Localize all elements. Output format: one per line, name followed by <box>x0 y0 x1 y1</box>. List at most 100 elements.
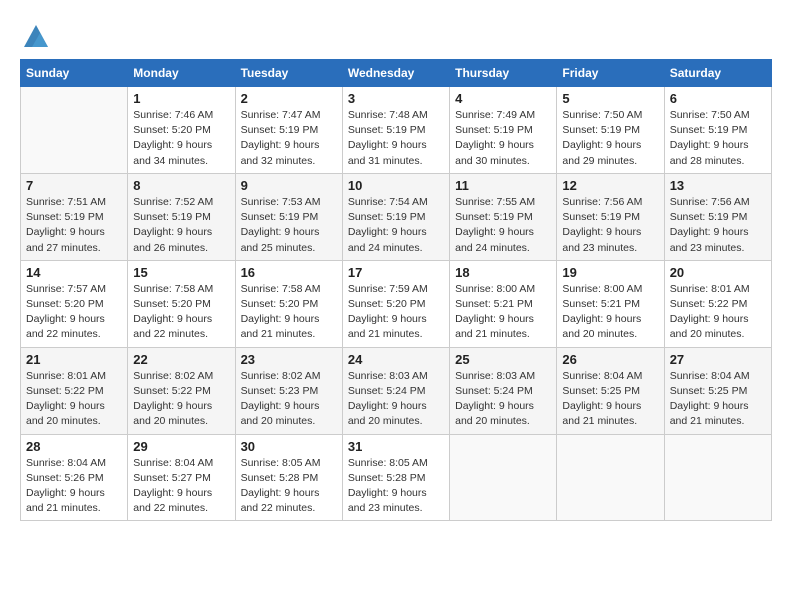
day-number: 14 <box>26 265 122 280</box>
col-header-saturday: Saturday <box>664 60 771 87</box>
day-info: Sunrise: 8:03 AMSunset: 5:24 PMDaylight:… <box>455 369 551 430</box>
calendar-cell: 26 Sunrise: 8:04 AMSunset: 5:25 PMDayligh… <box>557 347 664 434</box>
day-info: Sunrise: 7:51 AMSunset: 5:19 PMDaylight:… <box>26 195 122 256</box>
calendar-cell: 27 Sunrise: 8:04 AMSunset: 5:25 PMDayligh… <box>664 347 771 434</box>
calendar-cell: 8Sunrise: 7:52 AMSunset: 5:19 PMDaylight… <box>128 173 235 260</box>
col-header-friday: Friday <box>557 60 664 87</box>
col-header-wednesday: Wednesday <box>342 60 449 87</box>
day-info: Sunrise: 8:04 AMSunset: 5:25 PMDaylight:… <box>562 369 658 430</box>
day-number: 17 <box>348 265 444 280</box>
day-info: Sunrise: 7:50 AMSunset: 5:19 PMDaylight:… <box>562 108 658 169</box>
day-number: 27 <box>670 352 766 367</box>
day-info: Sunrise: 7:57 AMSunset: 5:20 PMDaylight:… <box>26 282 122 343</box>
calendar-cell: 16 Sunrise: 7:58 AMSunset: 5:20 PMDayligh… <box>235 260 342 347</box>
calendar-cell: 15 Sunrise: 7:58 AMSunset: 5:20 PMDayligh… <box>128 260 235 347</box>
day-number: 7 <box>26 178 122 193</box>
day-info: Sunrise: 7:56 AMSunset: 5:19 PMDaylight:… <box>670 195 766 256</box>
day-info: Sunrise: 8:05 AMSunset: 5:28 PMDaylight:… <box>241 456 337 517</box>
calendar-cell: 28 Sunrise: 8:04 AMSunset: 5:26 PMDayligh… <box>21 434 128 521</box>
day-info: Sunrise: 7:53 AMSunset: 5:19 PMDaylight:… <box>241 195 337 256</box>
day-info: Sunrise: 8:03 AMSunset: 5:24 PMDaylight:… <box>348 369 444 430</box>
day-number: 9 <box>241 178 337 193</box>
week-row-4: 21Sunrise: 8:01 AMSunset: 5:22 PMDayligh… <box>21 347 772 434</box>
calendar-cell: 3 Sunrise: 7:48 AMSunset: 5:19 PMDaylight… <box>342 87 449 174</box>
day-info: Sunrise: 8:00 AMSunset: 5:21 PMDaylight:… <box>455 282 551 343</box>
week-row-2: 7 Sunrise: 7:51 AMSunset: 5:19 PMDaylight… <box>21 173 772 260</box>
day-info: Sunrise: 7:56 AMSunset: 5:19 PMDaylight:… <box>562 195 658 256</box>
calendar-cell: 10 Sunrise: 7:54 AMSunset: 5:19 PMDayligh… <box>342 173 449 260</box>
day-info: Sunrise: 7:52 AMSunset: 5:19 PMDaylight:… <box>133 195 229 256</box>
days-header-row: SundayMondayTuesdayWednesdayThursdayFrid… <box>21 60 772 87</box>
calendar-cell: 19 Sunrise: 8:00 AMSunset: 5:21 PMDayligh… <box>557 260 664 347</box>
day-number: 29 <box>133 439 229 454</box>
day-info: Sunrise: 8:04 AMSunset: 5:27 PMDaylight:… <box>133 456 229 517</box>
calendar-cell: 20Sunrise: 8:01 AMSunset: 5:22 PMDayligh… <box>664 260 771 347</box>
day-number: 16 <box>241 265 337 280</box>
calendar-cell: 1Sunrise: 7:46 AMSunset: 5:20 PMDaylight… <box>128 87 235 174</box>
calendar-cell: 14 Sunrise: 7:57 AMSunset: 5:20 PMDayligh… <box>21 260 128 347</box>
calendar-cell: 12 Sunrise: 7:56 AMSunset: 5:19 PMDayligh… <box>557 173 664 260</box>
day-number: 4 <box>455 91 551 106</box>
day-number: 3 <box>348 91 444 106</box>
calendar-cell: 17 Sunrise: 7:59 AMSunset: 5:20 PMDayligh… <box>342 260 449 347</box>
col-header-sunday: Sunday <box>21 60 128 87</box>
day-number: 26 <box>562 352 658 367</box>
calendar-cell: 30 Sunrise: 8:05 AMSunset: 5:28 PMDayligh… <box>235 434 342 521</box>
day-info: Sunrise: 7:48 AMSunset: 5:19 PMDaylight:… <box>348 108 444 169</box>
day-info: Sunrise: 7:55 AMSunset: 5:19 PMDaylight:… <box>455 195 551 256</box>
calendar-cell: 2 Sunrise: 7:47 AMSunset: 5:19 PMDaylight… <box>235 87 342 174</box>
day-info: Sunrise: 8:04 AMSunset: 5:25 PMDaylight:… <box>670 369 766 430</box>
day-info: Sunrise: 8:02 AMSunset: 5:22 PMDaylight:… <box>133 369 229 430</box>
calendar-cell: 25 Sunrise: 8:03 AMSunset: 5:24 PMDayligh… <box>450 347 557 434</box>
day-number: 23 <box>241 352 337 367</box>
calendar-cell: 11Sunrise: 7:55 AMSunset: 5:19 PMDayligh… <box>450 173 557 260</box>
day-number: 31 <box>348 439 444 454</box>
day-number: 5 <box>562 91 658 106</box>
day-info: Sunrise: 8:04 AMSunset: 5:26 PMDaylight:… <box>26 456 122 517</box>
week-row-5: 28 Sunrise: 8:04 AMSunset: 5:26 PMDayligh… <box>21 434 772 521</box>
day-info: Sunrise: 7:58 AMSunset: 5:20 PMDaylight:… <box>241 282 337 343</box>
calendar-table: SundayMondayTuesdayWednesdayThursdayFrid… <box>20 59 772 521</box>
calendar-cell: 23 Sunrise: 8:02 AMSunset: 5:23 PMDayligh… <box>235 347 342 434</box>
day-info: Sunrise: 7:50 AMSunset: 5:19 PMDaylight:… <box>670 108 766 169</box>
calendar-cell: 7 Sunrise: 7:51 AMSunset: 5:19 PMDaylight… <box>21 173 128 260</box>
day-info: Sunrise: 7:54 AMSunset: 5:19 PMDaylight:… <box>348 195 444 256</box>
calendar-cell <box>450 434 557 521</box>
day-number: 10 <box>348 178 444 193</box>
day-number: 15 <box>133 265 229 280</box>
col-header-thursday: Thursday <box>450 60 557 87</box>
day-info: Sunrise: 7:46 AMSunset: 5:20 PMDaylight:… <box>133 108 229 169</box>
day-number: 25 <box>455 352 551 367</box>
calendar-cell: 18Sunrise: 8:00 AMSunset: 5:21 PMDayligh… <box>450 260 557 347</box>
calendar-cell: 6Sunrise: 7:50 AMSunset: 5:19 PMDaylight… <box>664 87 771 174</box>
header <box>20 20 772 49</box>
calendar-cell: 21Sunrise: 8:01 AMSunset: 5:22 PMDayligh… <box>21 347 128 434</box>
calendar-cell: 24 Sunrise: 8:03 AMSunset: 5:24 PMDayligh… <box>342 347 449 434</box>
day-info: Sunrise: 8:00 AMSunset: 5:21 PMDaylight:… <box>562 282 658 343</box>
day-number: 24 <box>348 352 444 367</box>
calendar-cell: 29 Sunrise: 8:04 AMSunset: 5:27 PMDayligh… <box>128 434 235 521</box>
day-number: 12 <box>562 178 658 193</box>
calendar-cell <box>557 434 664 521</box>
day-info: Sunrise: 7:58 AMSunset: 5:20 PMDaylight:… <box>133 282 229 343</box>
logo-icon <box>22 21 50 49</box>
day-number: 21 <box>26 352 122 367</box>
logo <box>20 25 50 49</box>
day-number: 13 <box>670 178 766 193</box>
day-number: 19 <box>562 265 658 280</box>
calendar-cell: 9 Sunrise: 7:53 AMSunset: 5:19 PMDaylight… <box>235 173 342 260</box>
calendar-cell <box>664 434 771 521</box>
day-info: Sunrise: 7:59 AMSunset: 5:20 PMDaylight:… <box>348 282 444 343</box>
day-info: Sunrise: 8:02 AMSunset: 5:23 PMDaylight:… <box>241 369 337 430</box>
week-row-3: 14 Sunrise: 7:57 AMSunset: 5:20 PMDayligh… <box>21 260 772 347</box>
day-number: 2 <box>241 91 337 106</box>
day-info: Sunrise: 7:49 AMSunset: 5:19 PMDaylight:… <box>455 108 551 169</box>
day-info: Sunrise: 8:05 AMSunset: 5:28 PMDaylight:… <box>348 456 444 517</box>
day-info: Sunrise: 7:47 AMSunset: 5:19 PMDaylight:… <box>241 108 337 169</box>
col-header-tuesday: Tuesday <box>235 60 342 87</box>
calendar-cell: 31 Sunrise: 8:05 AMSunset: 5:28 PMDayligh… <box>342 434 449 521</box>
day-number: 20 <box>670 265 766 280</box>
calendar-cell: 22Sunrise: 8:02 AMSunset: 5:22 PMDayligh… <box>128 347 235 434</box>
day-number: 30 <box>241 439 337 454</box>
day-number: 28 <box>26 439 122 454</box>
